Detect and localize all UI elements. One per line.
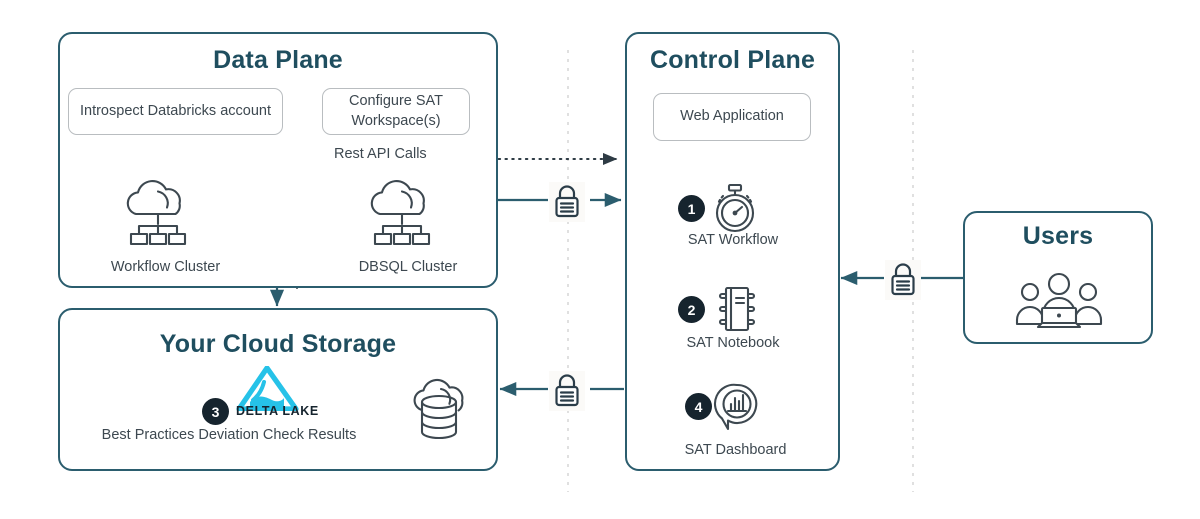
introspect-databricks-box[interactable]: Introspect Databricks account [68, 88, 283, 135]
notebook-icon [712, 283, 758, 335]
data-plane-title: Data Plane [213, 46, 343, 74]
sat-notebook-label: SAT Notebook [686, 335, 780, 351]
configure-sat-workspaces-box[interactable]: Configure SAT Workspace(s) [322, 88, 470, 135]
workflow-cluster-icon [118, 178, 210, 250]
step-badge-3: 3 [202, 398, 229, 425]
cloud-database-icon [400, 372, 478, 444]
introspect-databricks-label: Introspect Databricks account [79, 102, 271, 119]
stopwatch-icon [711, 183, 759, 235]
web-application-label: Web Application [680, 108, 784, 125]
delta-lake-wordmark: DELTA LAKE [236, 404, 319, 418]
workflow-cluster-label: Workflow Cluster [110, 259, 221, 275]
lock-data-to-control [549, 182, 585, 222]
users-group-icon [1009, 272, 1109, 334]
lock-control-to-storage [549, 371, 585, 411]
users-title: Users [1022, 222, 1094, 250]
cloud-storage-title: Your Cloud Storage [159, 330, 397, 358]
lock-users-to-control [885, 260, 921, 300]
diagram-canvas: Data Plane Introspect Databricks account… [0, 0, 1200, 519]
cloud-storage-caption: Best Practices Deviation Check Results [101, 427, 357, 443]
dbsql-cluster-icon [362, 178, 454, 250]
sat-dashboard-label: SAT Dashboard [684, 442, 787, 458]
rest-api-calls-label: Rest API Calls [330, 146, 431, 162]
configure-sat-workspaces-label: Configure SAT Workspace(s) [348, 92, 444, 129]
step-badge-4: 4 [685, 393, 712, 420]
web-application-box[interactable]: Web Application [653, 93, 811, 141]
step-badge-1: 1 [678, 195, 705, 222]
step-badge-2: 2 [678, 296, 705, 323]
sat-workflow-label: SAT Workflow [687, 232, 779, 248]
dashboard-chart-icon [713, 382, 761, 434]
control-plane-title: Control Plane [649, 46, 816, 74]
dbsql-cluster-label: DBSQL Cluster [358, 259, 458, 275]
